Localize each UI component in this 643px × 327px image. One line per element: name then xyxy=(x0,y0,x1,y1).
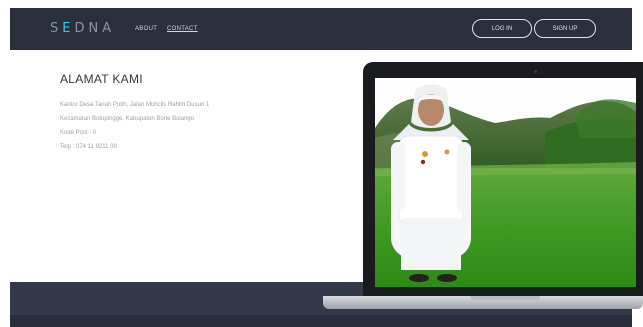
nav-contact-link[interactable]: CONTACT xyxy=(167,26,198,32)
nav-about-link[interactable]: ABOUT xyxy=(135,26,157,32)
address-line: Kantor Desa Tanah Putih, Jalan Muhclis R… xyxy=(60,102,210,108)
navbar: SEDNA ABOUT CONTACT LOG IN SIGN UP xyxy=(10,8,632,50)
official-portrait-landscape-photo xyxy=(375,78,636,287)
logo-prefix: S xyxy=(50,21,63,36)
phone-number: Telp : 074 11 9211 00 xyxy=(60,144,117,150)
address-line: Kecamatan Botupingge, Kabupaten Bone Bol… xyxy=(60,116,195,122)
logo-accent: E xyxy=(62,21,75,36)
laptop-screen xyxy=(375,78,636,287)
signup-button[interactable]: SIGN UP xyxy=(534,19,596,38)
camera-dot xyxy=(534,70,537,73)
login-button[interactable]: LOG IN xyxy=(472,19,532,38)
logo[interactable]: SEDNA xyxy=(50,21,115,36)
contact-heading: ALAMAT KAMI xyxy=(60,72,143,86)
contact-section: ALAMAT KAMI Kantor Desa Tanah Putih, Jal… xyxy=(60,72,209,154)
laptop-hinge xyxy=(470,296,540,300)
logo-suffix: DNA xyxy=(74,21,116,36)
postal-code: Kode Post : 0 xyxy=(60,130,97,136)
address-block: Kantor Desa Tanah Putih, Jalan Muhclis R… xyxy=(60,98,209,154)
